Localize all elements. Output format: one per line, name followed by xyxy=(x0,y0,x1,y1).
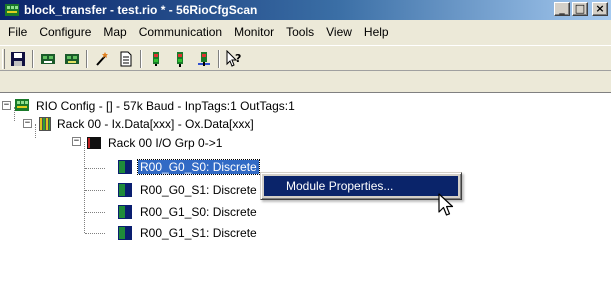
tree-node-rio-config[interactable]: RIO Config - [] - 57k Baud - InpTags:1 O… xyxy=(34,99,297,113)
tree-connector xyxy=(85,233,105,234)
monitor-plug-icon[interactable] xyxy=(194,49,214,69)
window-controls: _ □ × xyxy=(554,2,608,16)
monitor-green-icon[interactable] xyxy=(146,49,166,69)
menu-bar: File Configure Map Communication Monitor… xyxy=(0,22,611,42)
title-bar[interactable]: block_transfer - test.rio * - 56RioCfgSc… xyxy=(0,0,611,20)
tree-node-rack[interactable]: Rack 00 - Ix.Data[xxx] - Ox.Data[xxx] xyxy=(55,117,256,131)
rio-config-icon xyxy=(15,99,29,111)
module-icon xyxy=(118,183,132,197)
menu-map[interactable]: Map xyxy=(97,23,132,41)
network-config-icon[interactable] xyxy=(62,49,82,69)
module-icon xyxy=(118,226,132,240)
menu-help[interactable]: Help xyxy=(358,23,395,41)
close-button[interactable]: × xyxy=(592,2,608,16)
document-icon[interactable] xyxy=(116,49,136,69)
tree-expander-rack[interactable]: − xyxy=(23,119,32,128)
toolbar-separator xyxy=(140,50,142,68)
rack-icon xyxy=(39,117,51,131)
menu-tools[interactable]: Tools xyxy=(280,23,320,41)
svg-text:?: ? xyxy=(235,52,241,65)
tree-connector xyxy=(85,168,105,169)
menu-item-module-properties[interactable]: Module Properties... xyxy=(264,176,458,196)
context-menu: Module Properties... xyxy=(260,172,462,200)
tree-node-module[interactable]: R00_G0_S1: Discrete xyxy=(138,183,259,197)
maximize-button[interactable]: □ xyxy=(572,2,588,16)
app-network-icon xyxy=(5,4,19,16)
wand-icon[interactable] xyxy=(92,49,112,69)
menu-view[interactable]: View xyxy=(320,23,358,41)
tree-node-io-group[interactable]: Rack 00 I/O Grp 0->1 xyxy=(106,136,224,150)
toolbar-separator xyxy=(86,50,88,68)
toolbar-grip[interactable] xyxy=(2,49,5,69)
minimize-button[interactable]: _ xyxy=(554,2,570,16)
toolbar-separator xyxy=(218,50,220,68)
tree-connector xyxy=(85,190,105,191)
tree-connector xyxy=(35,124,36,138)
help-pointer-icon[interactable]: ? xyxy=(224,49,244,69)
tree-expander-root[interactable]: − xyxy=(2,101,11,110)
tree-node-module[interactable]: R00_G1_S1: Discrete xyxy=(138,226,259,240)
tree-connector xyxy=(84,142,85,233)
monitor-red-icon[interactable] xyxy=(170,49,190,69)
window-title: block_transfer - test.rio * - 56RioCfgSc… xyxy=(24,3,258,17)
menu-file[interactable]: File xyxy=(2,23,33,41)
toolbar: ? xyxy=(0,45,611,71)
app-window: block_transfer - test.rio * - 56RioCfgSc… xyxy=(0,0,611,286)
save-icon[interactable] xyxy=(8,49,28,69)
module-icon xyxy=(118,205,132,219)
module-icon xyxy=(118,160,132,174)
menu-monitor[interactable]: Monitor xyxy=(228,23,280,41)
tree-connector xyxy=(85,212,105,213)
menu-configure[interactable]: Configure xyxy=(33,23,97,41)
tree-node-module[interactable]: R00_G0_S0: Discrete xyxy=(137,159,260,175)
network-icon[interactable] xyxy=(38,49,58,69)
tree-node-module[interactable]: R00_G1_S0: Discrete xyxy=(138,205,259,219)
toolbar-separator xyxy=(32,50,34,68)
mouse-pointer-icon xyxy=(438,193,454,216)
menu-communication[interactable]: Communication xyxy=(133,23,228,41)
tree-expander-group[interactable]: − xyxy=(72,137,81,146)
io-group-icon xyxy=(87,137,101,149)
